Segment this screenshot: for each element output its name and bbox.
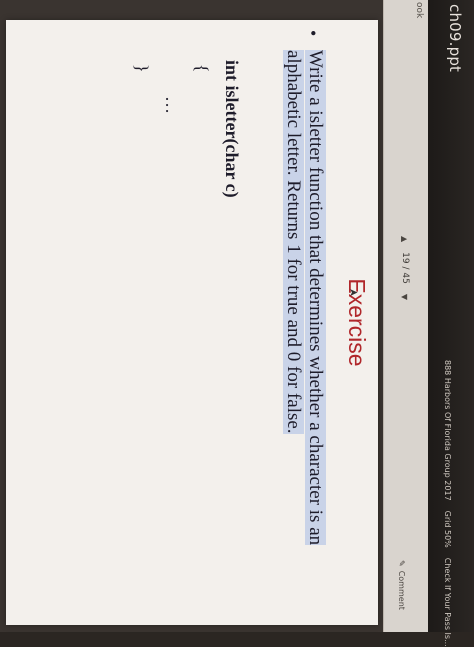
code-ellipsis: … — [162, 96, 182, 114]
comment-label: Comment — [397, 570, 406, 610]
bookmarks-bar: 888 Harbors Of Florida Group 2017 Grid 5… — [443, 360, 452, 647]
bullet-item: • Write a isletter function that determi… — [282, 30, 326, 610]
previous-page-icon[interactable]: ▲ — [401, 236, 410, 242]
open-brace: { — [192, 64, 212, 73]
page-navigator: ▲ 19 / 45 ▼ — [400, 236, 410, 300]
page-indicator: 19 / 45 — [400, 252, 410, 284]
bookmark-item[interactable]: Check If Your Pass Is... — [443, 558, 452, 647]
code-block: int isletter(char c) { … } — [122, 60, 242, 198]
slide-title: Exercise — [344, 278, 370, 367]
slide: Exercise ➤ • Write a isletter function t… — [6, 20, 378, 625]
screen-canvas: ch09.ppt 888 Harbors Of Florida Group 20… — [0, 0, 474, 647]
bullet-text: Write a isletter function that determine… — [283, 50, 326, 546]
close-brace: } — [132, 64, 152, 73]
comment-icon: ✎ — [397, 560, 406, 567]
bookmark-item[interactable]: 888 Harbors Of Florida Group 2017 — [443, 360, 452, 501]
file-name: ch09.ppt — [446, 4, 464, 73]
mouse-cursor-icon: ➤ — [348, 286, 359, 300]
function-signature: int isletter(char c) — [222, 60, 242, 198]
bullet-dot-icon: • — [303, 30, 323, 37]
toolbar-left-label: ook — [414, 2, 424, 19]
next-page-icon[interactable]: ▼ — [401, 294, 410, 300]
comment-button[interactable]: ✎ Comment — [397, 560, 406, 610]
browser-chrome: ch09.ppt 888 Harbors Of Florida Group 20… — [428, 0, 474, 647]
viewer-toolbar: ook ▲ 19 / 45 ▼ ✎ Comment — [383, 0, 428, 632]
bookmark-item[interactable]: Grid 50% — [443, 511, 452, 548]
